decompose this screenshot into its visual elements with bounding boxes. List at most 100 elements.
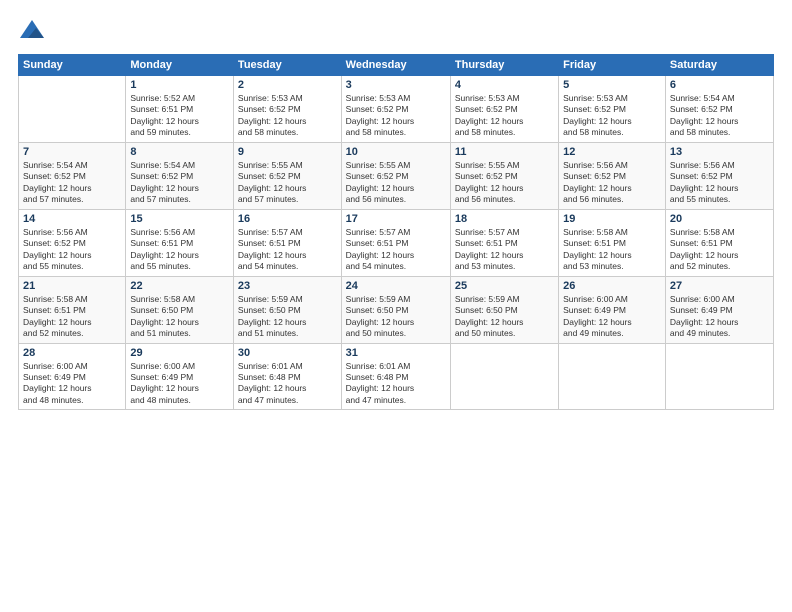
day-number: 1: [130, 79, 229, 91]
calendar-cell: 26 Sunrise: 6:00 AM Sunset: 6:49 PM Dayli…: [559, 276, 666, 343]
cell-text: Sunrise: 6:00 AM Sunset: 6:49 PM Dayligh…: [670, 294, 769, 340]
day-number: 23: [238, 280, 337, 292]
logo: [18, 18, 50, 46]
day-number: 6: [670, 79, 769, 91]
calendar-cell: 27 Sunrise: 6:00 AM Sunset: 6:49 PM Dayli…: [665, 276, 773, 343]
calendar-cell: 4Sunrise: 5:53 AM Sunset: 6:52 PM Daylig…: [450, 76, 558, 143]
cell-text: Sunrise: 5:57 AM Sunset: 6:51 PM Dayligh…: [238, 227, 337, 273]
cell-text: Sunrise: 5:56 AM Sunset: 6:52 PM Dayligh…: [23, 227, 121, 273]
day-number: 14: [23, 213, 121, 225]
cell-text: Sunrise: 5:59 AM Sunset: 6:50 PM Dayligh…: [346, 294, 446, 340]
calendar-cell: 12 Sunrise: 5:56 AM Sunset: 6:52 PM Dayli…: [559, 142, 666, 209]
calendar-cell: 7 Sunrise: 5:54 AM Sunset: 6:52 PM Daylig…: [19, 142, 126, 209]
day-number: 16: [238, 213, 337, 225]
day-number: 4: [455, 79, 554, 91]
day-number: 22: [130, 280, 229, 292]
calendar-cell: 11 Sunrise: 5:55 AM Sunset: 6:52 PM Dayli…: [450, 142, 558, 209]
cell-text: Sunrise: 5:56 AM Sunset: 6:52 PM Dayligh…: [670, 160, 769, 206]
calendar-cell: [559, 343, 666, 410]
day-number: 31: [346, 347, 446, 359]
calendar-cell: 3Sunrise: 5:53 AM Sunset: 6:52 PM Daylig…: [341, 76, 450, 143]
day-number: 2: [238, 79, 337, 91]
day-number: 24: [346, 280, 446, 292]
col-header-tuesday: Tuesday: [233, 55, 341, 76]
cell-text: Sunrise: 6:01 AM Sunset: 6:48 PM Dayligh…: [238, 361, 337, 407]
week-row-3: 14 Sunrise: 5:56 AM Sunset: 6:52 PM Dayli…: [19, 209, 774, 276]
calendar-cell: [450, 343, 558, 410]
col-header-wednesday: Wednesday: [341, 55, 450, 76]
calendar-table: SundayMondayTuesdayWednesdayThursdayFrid…: [18, 54, 774, 410]
col-header-thursday: Thursday: [450, 55, 558, 76]
calendar-cell: 5 Sunrise: 5:53 AM Sunset: 6:52 PM Daylig…: [559, 76, 666, 143]
calendar-cell: 9Sunrise: 5:55 AM Sunset: 6:52 PM Daylig…: [233, 142, 341, 209]
calendar-cell: 28 Sunrise: 6:00 AM Sunset: 6:49 PM Dayli…: [19, 343, 126, 410]
cell-text: Sunrise: 5:55 AM Sunset: 6:52 PM Dayligh…: [238, 160, 337, 206]
day-number: 30: [238, 347, 337, 359]
cell-text: Sunrise: 6:00 AM Sunset: 6:49 PM Dayligh…: [130, 361, 229, 407]
calendar-cell: 14 Sunrise: 5:56 AM Sunset: 6:52 PM Dayli…: [19, 209, 126, 276]
calendar-cell: 29Sunrise: 6:00 AM Sunset: 6:49 PM Dayli…: [126, 343, 234, 410]
day-number: 15: [130, 213, 229, 225]
calendar-cell: 20Sunrise: 5:58 AM Sunset: 6:51 PM Dayli…: [665, 209, 773, 276]
logo-icon: [18, 18, 46, 46]
calendar-cell: 6 Sunrise: 5:54 AM Sunset: 6:52 PM Daylig…: [665, 76, 773, 143]
col-header-friday: Friday: [559, 55, 666, 76]
cell-text: Sunrise: 5:58 AM Sunset: 6:51 PM Dayligh…: [670, 227, 769, 273]
cell-text: Sunrise: 5:54 AM Sunset: 6:52 PM Dayligh…: [670, 93, 769, 139]
week-row-4: 21Sunrise: 5:58 AM Sunset: 6:51 PM Dayli…: [19, 276, 774, 343]
cell-text: Sunrise: 5:58 AM Sunset: 6:51 PM Dayligh…: [23, 294, 121, 340]
day-number: 13: [670, 146, 769, 158]
week-row-2: 7 Sunrise: 5:54 AM Sunset: 6:52 PM Daylig…: [19, 142, 774, 209]
cell-text: Sunrise: 5:53 AM Sunset: 6:52 PM Dayligh…: [346, 93, 446, 139]
cell-text: Sunrise: 5:55 AM Sunset: 6:52 PM Dayligh…: [455, 160, 554, 206]
cell-text: Sunrise: 5:53 AM Sunset: 6:52 PM Dayligh…: [238, 93, 337, 139]
calendar-cell: 8 Sunrise: 5:54 AM Sunset: 6:52 PM Daylig…: [126, 142, 234, 209]
calendar-cell: 19 Sunrise: 5:58 AM Sunset: 6:51 PM Dayli…: [559, 209, 666, 276]
day-number: 27: [670, 280, 769, 292]
cell-text: Sunrise: 5:55 AM Sunset: 6:52 PM Dayligh…: [346, 160, 446, 206]
cell-text: Sunrise: 5:58 AM Sunset: 6:50 PM Dayligh…: [130, 294, 229, 340]
cell-text: Sunrise: 5:54 AM Sunset: 6:52 PM Dayligh…: [23, 160, 121, 206]
day-number: 17: [346, 213, 446, 225]
header-row: SundayMondayTuesdayWednesdayThursdayFrid…: [19, 55, 774, 76]
day-number: 5: [563, 79, 661, 91]
cell-text: Sunrise: 5:52 AM Sunset: 6:51 PM Dayligh…: [130, 93, 229, 139]
cell-text: Sunrise: 6:00 AM Sunset: 6:49 PM Dayligh…: [23, 361, 121, 407]
cell-text: Sunrise: 5:58 AM Sunset: 6:51 PM Dayligh…: [563, 227, 661, 273]
cell-text: Sunrise: 5:57 AM Sunset: 6:51 PM Dayligh…: [455, 227, 554, 273]
day-number: 8: [130, 146, 229, 158]
header: [18, 18, 774, 46]
col-header-sunday: Sunday: [19, 55, 126, 76]
calendar-cell: [665, 343, 773, 410]
week-row-5: 28 Sunrise: 6:00 AM Sunset: 6:49 PM Dayli…: [19, 343, 774, 410]
cell-text: Sunrise: 6:00 AM Sunset: 6:49 PM Dayligh…: [563, 294, 661, 340]
calendar-cell: 24 Sunrise: 5:59 AM Sunset: 6:50 PM Dayli…: [341, 276, 450, 343]
calendar-cell: 22 Sunrise: 5:58 AM Sunset: 6:50 PM Dayli…: [126, 276, 234, 343]
calendar-cell: 10 Sunrise: 5:55 AM Sunset: 6:52 PM Dayli…: [341, 142, 450, 209]
day-number: 7: [23, 146, 121, 158]
col-header-saturday: Saturday: [665, 55, 773, 76]
week-row-1: 1 Sunrise: 5:52 AM Sunset: 6:51 PM Daylig…: [19, 76, 774, 143]
cell-text: Sunrise: 5:56 AM Sunset: 6:52 PM Dayligh…: [563, 160, 661, 206]
day-number: 26: [563, 280, 661, 292]
calendar-cell: 25Sunrise: 5:59 AM Sunset: 6:50 PM Dayli…: [450, 276, 558, 343]
calendar-cell: 30 Sunrise: 6:01 AM Sunset: 6:48 PM Dayli…: [233, 343, 341, 410]
day-number: 10: [346, 146, 446, 158]
day-number: 28: [23, 347, 121, 359]
calendar-cell: 17 Sunrise: 5:57 AM Sunset: 6:51 PM Dayli…: [341, 209, 450, 276]
calendar-cell: 16 Sunrise: 5:57 AM Sunset: 6:51 PM Dayli…: [233, 209, 341, 276]
calendar-cell: 13 Sunrise: 5:56 AM Sunset: 6:52 PM Dayli…: [665, 142, 773, 209]
day-number: 18: [455, 213, 554, 225]
day-number: 25: [455, 280, 554, 292]
day-number: 11: [455, 146, 554, 158]
col-header-monday: Monday: [126, 55, 234, 76]
day-number: 19: [563, 213, 661, 225]
calendar-cell: 1 Sunrise: 5:52 AM Sunset: 6:51 PM Daylig…: [126, 76, 234, 143]
day-number: 12: [563, 146, 661, 158]
cell-text: Sunrise: 5:57 AM Sunset: 6:51 PM Dayligh…: [346, 227, 446, 273]
cell-text: Sunrise: 5:56 AM Sunset: 6:51 PM Dayligh…: [130, 227, 229, 273]
cell-text: Sunrise: 5:54 AM Sunset: 6:52 PM Dayligh…: [130, 160, 229, 206]
cell-text: Sunrise: 6:01 AM Sunset: 6:48 PM Dayligh…: [346, 361, 446, 407]
cell-text: Sunrise: 5:53 AM Sunset: 6:52 PM Dayligh…: [563, 93, 661, 139]
calendar-cell: 18 Sunrise: 5:57 AM Sunset: 6:51 PM Dayli…: [450, 209, 558, 276]
